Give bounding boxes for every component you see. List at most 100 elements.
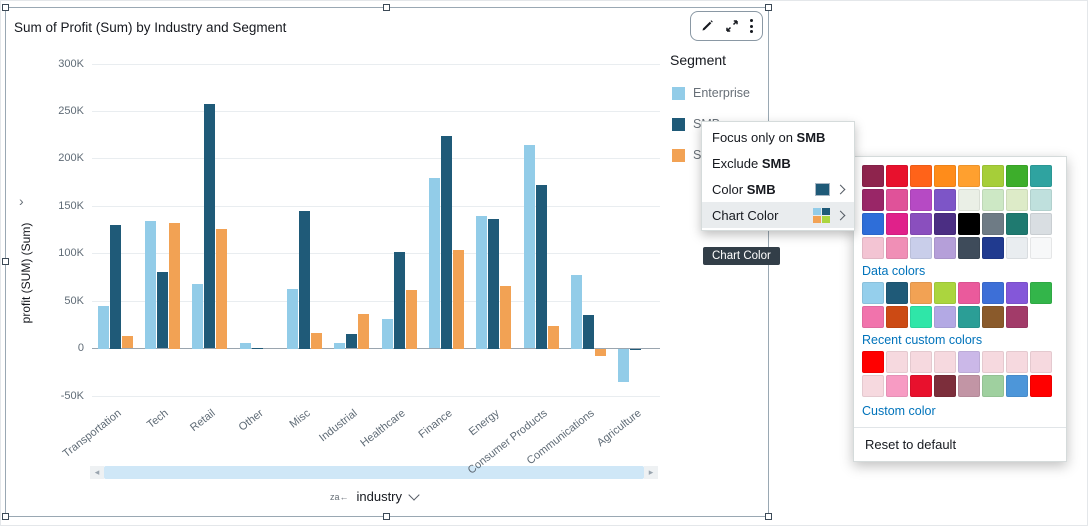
resize-handle-top-center[interactable]: [383, 4, 390, 11]
bar[interactable]: [630, 349, 641, 351]
legend-item[interactable]: Enterprise: [672, 86, 750, 100]
color-swatch[interactable]: [1006, 375, 1028, 397]
color-swatch[interactable]: [910, 213, 932, 235]
color-swatch[interactable]: [910, 189, 932, 211]
color-swatch[interactable]: [862, 237, 884, 259]
color-swatch[interactable]: [886, 306, 908, 328]
color-swatch[interactable]: [862, 375, 884, 397]
color-swatch[interactable]: [1006, 282, 1028, 304]
color-swatch[interactable]: [1006, 165, 1028, 187]
custom-color-link[interactable]: Custom color: [862, 404, 1058, 418]
color-swatch[interactable]: [886, 375, 908, 397]
color-swatch[interactable]: [862, 306, 884, 328]
color-swatch[interactable]: [910, 351, 932, 373]
color-swatch[interactable]: [958, 375, 980, 397]
color-swatch[interactable]: [982, 189, 1004, 211]
resize-handle-top-left[interactable]: [2, 4, 9, 11]
bar[interactable]: [583, 315, 594, 348]
color-swatch[interactable]: [934, 213, 956, 235]
color-swatch[interactable]: [1030, 189, 1052, 211]
bar[interactable]: [476, 216, 487, 349]
reset-to-default-button[interactable]: Reset to default: [854, 427, 1066, 461]
color-swatch[interactable]: [982, 213, 1004, 235]
color-swatch[interactable]: [1006, 189, 1028, 211]
resize-handle-bottom-left[interactable]: [2, 513, 9, 520]
color-swatch[interactable]: [1006, 351, 1028, 373]
bar[interactable]: [500, 286, 511, 349]
menu-item[interactable]: Focus only on SMB: [702, 124, 854, 150]
color-swatch[interactable]: [958, 237, 980, 259]
menu-item[interactable]: Exclude SMB: [702, 150, 854, 176]
bar[interactable]: [382, 319, 393, 348]
bar[interactable]: [548, 326, 559, 349]
bar[interactable]: [441, 136, 452, 349]
bar[interactable]: [394, 252, 405, 349]
menu-item[interactable]: Chart Color: [702, 202, 854, 228]
color-swatch[interactable]: [958, 213, 980, 235]
bar[interactable]: [311, 333, 322, 348]
color-swatch[interactable]: [910, 282, 932, 304]
color-swatch[interactable]: [982, 237, 1004, 259]
resize-handle-top-right[interactable]: [765, 4, 772, 11]
chevron-down-icon[interactable]: [408, 489, 419, 500]
bar[interactable]: [358, 314, 369, 349]
color-swatch[interactable]: [886, 165, 908, 187]
maximize-icon[interactable]: [725, 19, 739, 33]
bar[interactable]: [299, 211, 310, 349]
bar[interactable]: [595, 349, 606, 357]
color-swatch[interactable]: [934, 237, 956, 259]
recent-custom-colors-link[interactable]: Recent custom colors: [862, 333, 1058, 347]
color-swatch[interactable]: [862, 351, 884, 373]
color-swatch[interactable]: [958, 351, 980, 373]
visual-frame[interactable]: Sum of Profit (Sum) by Industry and Segm…: [5, 7, 769, 517]
color-swatch[interactable]: [1030, 213, 1052, 235]
bar[interactable]: [334, 343, 345, 349]
color-swatch[interactable]: [886, 282, 908, 304]
bar[interactable]: [287, 289, 298, 349]
bar[interactable]: [346, 334, 357, 348]
kebab-menu-icon[interactable]: [750, 19, 753, 33]
bar[interactable]: [240, 343, 251, 349]
color-swatch[interactable]: [982, 351, 1004, 373]
resize-handle-bottom-right[interactable]: [765, 513, 772, 520]
color-swatch[interactable]: [1006, 237, 1028, 259]
color-swatch[interactable]: [1030, 375, 1052, 397]
x-axis-title[interactable]: industry: [356, 489, 402, 504]
bar[interactable]: [571, 275, 582, 349]
color-swatch[interactable]: [1030, 282, 1052, 304]
color-swatch[interactable]: [1030, 165, 1052, 187]
color-swatch[interactable]: [934, 306, 956, 328]
color-swatch[interactable]: [1006, 213, 1028, 235]
bar[interactable]: [252, 348, 263, 349]
data-colors-link[interactable]: Data colors: [862, 264, 1058, 278]
color-swatch[interactable]: [862, 189, 884, 211]
color-swatch[interactable]: [982, 282, 1004, 304]
color-swatch[interactable]: [982, 165, 1004, 187]
scrollbar-right-arrow-icon[interactable]: ▸: [644, 466, 658, 479]
bar[interactable]: [524, 145, 535, 349]
color-swatch[interactable]: [958, 282, 980, 304]
bar[interactable]: [122, 336, 133, 348]
color-swatch[interactable]: [862, 165, 884, 187]
bar[interactable]: [216, 229, 227, 349]
color-swatch[interactable]: [886, 189, 908, 211]
bar[interactable]: [98, 306, 109, 349]
color-swatch[interactable]: [862, 213, 884, 235]
color-swatch[interactable]: [1030, 351, 1052, 373]
color-swatch[interactable]: [934, 165, 956, 187]
resize-handle-bottom-center[interactable]: [383, 513, 390, 520]
bar[interactable]: [192, 284, 203, 349]
bar[interactable]: [204, 104, 215, 349]
color-swatch[interactable]: [934, 282, 956, 304]
bar[interactable]: [169, 223, 180, 348]
color-swatch[interactable]: [886, 351, 908, 373]
bar[interactable]: [453, 250, 464, 349]
color-swatch[interactable]: [862, 282, 884, 304]
color-swatch[interactable]: [1030, 237, 1052, 259]
bar[interactable]: [488, 219, 499, 349]
color-swatch[interactable]: [982, 375, 1004, 397]
bar[interactable]: [618, 349, 629, 382]
color-swatch[interactable]: [1006, 306, 1028, 328]
color-swatch[interactable]: [910, 165, 932, 187]
color-swatch[interactable]: [934, 189, 956, 211]
